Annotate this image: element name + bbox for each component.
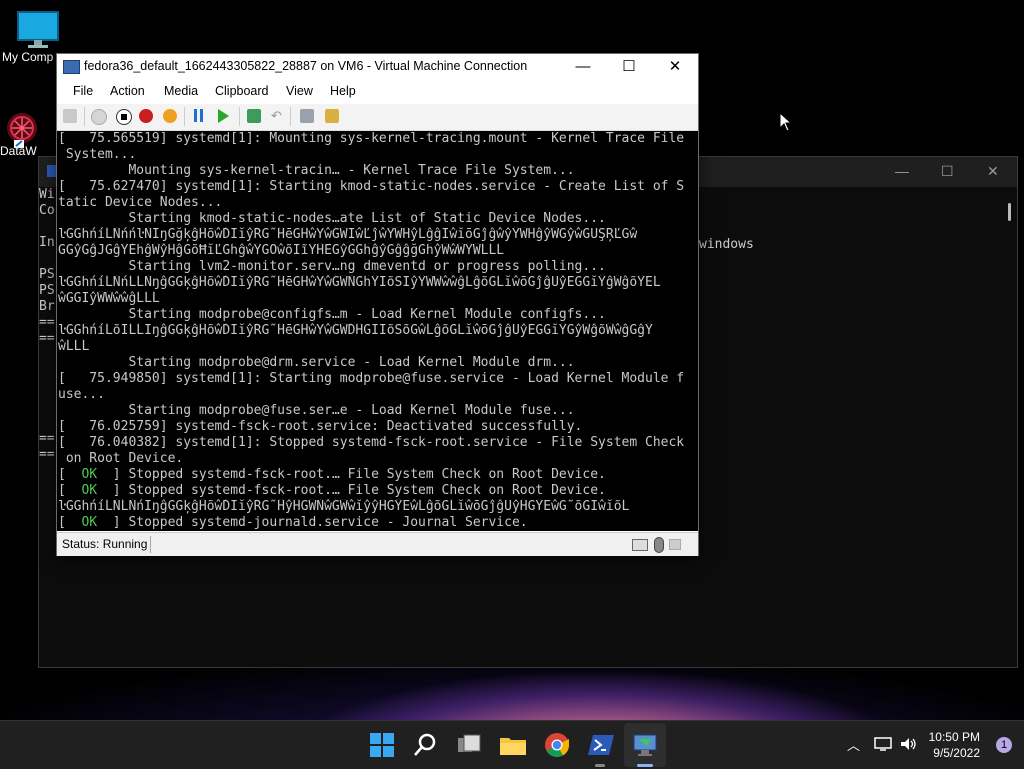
console-line: ŀĜĜĥńíĹõĬĹĹĬŋĝĜĞķĝĤõŵĎĬĭŷŔĜ˜ĤēĜĤŵŸŵĜŴĎĤĜ… xyxy=(58,323,653,338)
search-icon[interactable] xyxy=(410,730,440,760)
menu-help[interactable]: Help xyxy=(330,84,356,98)
volume-icon[interactable] xyxy=(899,736,917,752)
status-separator xyxy=(150,536,151,553)
maximize-icon[interactable]: ☐ xyxy=(941,163,954,180)
ctrl-alt-del-icon[interactable] xyxy=(63,109,77,123)
console-line-ok: [ OK ] Stopped systemd-fsck-root.… File … xyxy=(58,467,606,482)
mouse-cursor-icon xyxy=(779,112,793,132)
share-icon[interactable] xyxy=(325,109,339,123)
clock-date: 9/5/2022 xyxy=(933,746,980,760)
ok-status: OK xyxy=(81,467,98,482)
console-line: use... xyxy=(58,387,105,402)
console-line: Starting modprobe@drm.service - Load Ker… xyxy=(58,355,575,370)
background-terminal-text-lower: == == xyxy=(39,431,55,462)
console-line: ĜĜŷĜĝĴĜĝŶĚĥĝŴŷĤĝĜõĦĭĽĜĥĝŵŶĜŎŵõĨĩŸĤĔĜŷĜĜĥ… xyxy=(58,243,505,258)
file-explorer-icon[interactable] xyxy=(498,730,528,760)
app-shortcut-icon xyxy=(7,113,37,148)
console-line: [ 76.040382] systemd[1]: Stopped systemd… xyxy=(58,435,685,450)
mouse-icon xyxy=(654,537,664,553)
revert-icon[interactable]: ↶ xyxy=(271,109,285,123)
clock[interactable]: 10:50 PM 9/5/2022 xyxy=(929,729,980,761)
running-indicator xyxy=(595,764,605,767)
console-line: [ 75.627470] systemd[1]: Starting kmod-s… xyxy=(58,179,685,194)
start-icon[interactable] xyxy=(91,109,107,125)
status-text: Status: Running xyxy=(62,537,148,551)
console-line-ok: [ OK ] Stopped systemd-fsck-root.… File … xyxy=(58,483,606,498)
close-icon[interactable]: ✕ xyxy=(987,163,999,180)
scrollbar-thumb[interactable] xyxy=(1008,203,1011,221)
resume-icon[interactable] xyxy=(218,109,229,123)
console-line: System... xyxy=(58,147,137,162)
status-bar: Status: Running xyxy=(57,532,698,556)
toolbar-separator xyxy=(184,107,185,126)
shutdown-icon[interactable] xyxy=(139,109,153,123)
vm-connection-window[interactable]: fedora36_default_1662443305822_28887 on … xyxy=(56,53,699,556)
console-line: [ 76.025759] systemd-fsck-root.service: … xyxy=(58,419,583,434)
console-line: ŵĜĜĬŷŴŴŵŵĝĹĹĹ xyxy=(58,291,160,306)
console-line: ŀĜĜĥńíĹŇĹŇńĬŋĝĜĞķĝĤõŵĎĬĭŷŔĜ˜ĤŷĤĜŴŇŵĜŴŵĭŷ… xyxy=(58,499,630,514)
notification-badge[interactable]: 1 xyxy=(996,737,1012,753)
desktop-icon-dataw[interactable]: DataW xyxy=(0,108,40,158)
minimize-icon[interactable]: — xyxy=(895,163,909,179)
pause-icon[interactable] xyxy=(194,109,197,122)
ok-status: OK xyxy=(81,483,98,498)
vm-window-titlebar[interactable]: fedora36_default_1662443305822_28887 on … xyxy=(57,54,698,80)
ok-status: OK xyxy=(81,515,98,530)
taskbar: ︿ 10:50 PM 9/5/2022 1 xyxy=(0,720,1024,769)
maximize-button[interactable]: ☐ xyxy=(606,54,652,80)
console-line-ok: [ OK ] Stopped systemd-journald.service … xyxy=(58,515,528,530)
console-line: Starting kmod-static-nodes…ate List of S… xyxy=(58,211,606,226)
chrome-icon[interactable] xyxy=(542,730,572,760)
console-line: Starting modprobe@fuse.ser…e - Load Kern… xyxy=(58,403,575,418)
console-line: ŵĹĹĹ xyxy=(58,339,90,354)
lock-icon xyxy=(669,539,681,550)
keyboard-icon xyxy=(632,539,648,551)
windows-start-icon[interactable] xyxy=(367,730,397,760)
close-button[interactable]: ✕ xyxy=(652,54,698,80)
menu-bar: File Action Media Clipboard View Help xyxy=(57,80,698,104)
menu-clipboard[interactable]: Clipboard xyxy=(215,84,269,98)
clock-time: 10:50 PM xyxy=(928,730,980,744)
network-icon[interactable] xyxy=(874,736,892,752)
menu-view[interactable]: View xyxy=(286,84,313,98)
checkpoint-icon[interactable] xyxy=(247,109,261,123)
console-line: ŀĜĜĥńíĹŇńńŀŇĬŋĜğķĝĤõŵĎĬĭŷŔĜ˜ĤēĜĤŵŸŵĜŴĨŵĽ… xyxy=(58,227,638,242)
enhanced-session-icon[interactable] xyxy=(300,109,314,123)
menu-file[interactable]: File xyxy=(73,84,93,98)
console-line: [ 75.565519] systemd[1]: Mounting sys-ke… xyxy=(58,131,685,146)
console-line: Mounting sys-kernel-tracin… - Kernel Tra… xyxy=(58,163,575,178)
menu-media[interactable]: Media xyxy=(164,84,198,98)
console-line: [ 75.949850] systemd[1]: Starting modpro… xyxy=(58,371,685,386)
console-line: tatic Device Nodes... xyxy=(58,195,223,210)
desktop-icon-label: DataW xyxy=(0,144,37,158)
powershell-icon[interactable] xyxy=(586,730,616,760)
vm-toolbar: ↶ xyxy=(57,104,698,131)
console-line: ŀĜĜĥńíĹŇńĹĹŇŋĝĜĞķĝĤõŵĎĬĭŷŔĜ˜ĤēĜĤŵŸŵĜŴŇĜĥ… xyxy=(58,275,661,290)
task-view-icon[interactable] xyxy=(454,730,484,760)
menu-action[interactable]: Action xyxy=(110,84,145,98)
active-indicator xyxy=(637,764,653,767)
console-line: on Root Device. xyxy=(58,451,184,466)
toolbar-separator xyxy=(239,107,240,126)
background-terminal-fragment: windows xyxy=(699,237,754,252)
console-line: Starting modprobe@configfs…m - Load Kern… xyxy=(58,307,606,322)
monitor-icon xyxy=(17,11,59,48)
toolbar-separator xyxy=(84,107,85,126)
background-terminal-text: Wi Co In PS PS Br == == xyxy=(39,187,55,346)
turn-off-icon[interactable] xyxy=(116,109,132,125)
vm-connection-icon xyxy=(63,60,80,74)
vm-console-screen[interactable]: [ 75.565519] systemd[1]: Mounting sys-ke… xyxy=(57,131,698,531)
save-icon[interactable] xyxy=(163,109,177,123)
minimize-button[interactable]: — xyxy=(560,54,606,80)
vm-connection-taskbar-icon[interactable] xyxy=(630,730,660,760)
toolbar-separator xyxy=(290,107,291,126)
window-title: fedora36_default_1662443305822_28887 on … xyxy=(84,59,528,73)
chevron-up-icon[interactable]: ︿ xyxy=(847,735,860,754)
console-line: Starting lvm2-monitor.serv…ng dmeventd o… xyxy=(58,259,606,274)
